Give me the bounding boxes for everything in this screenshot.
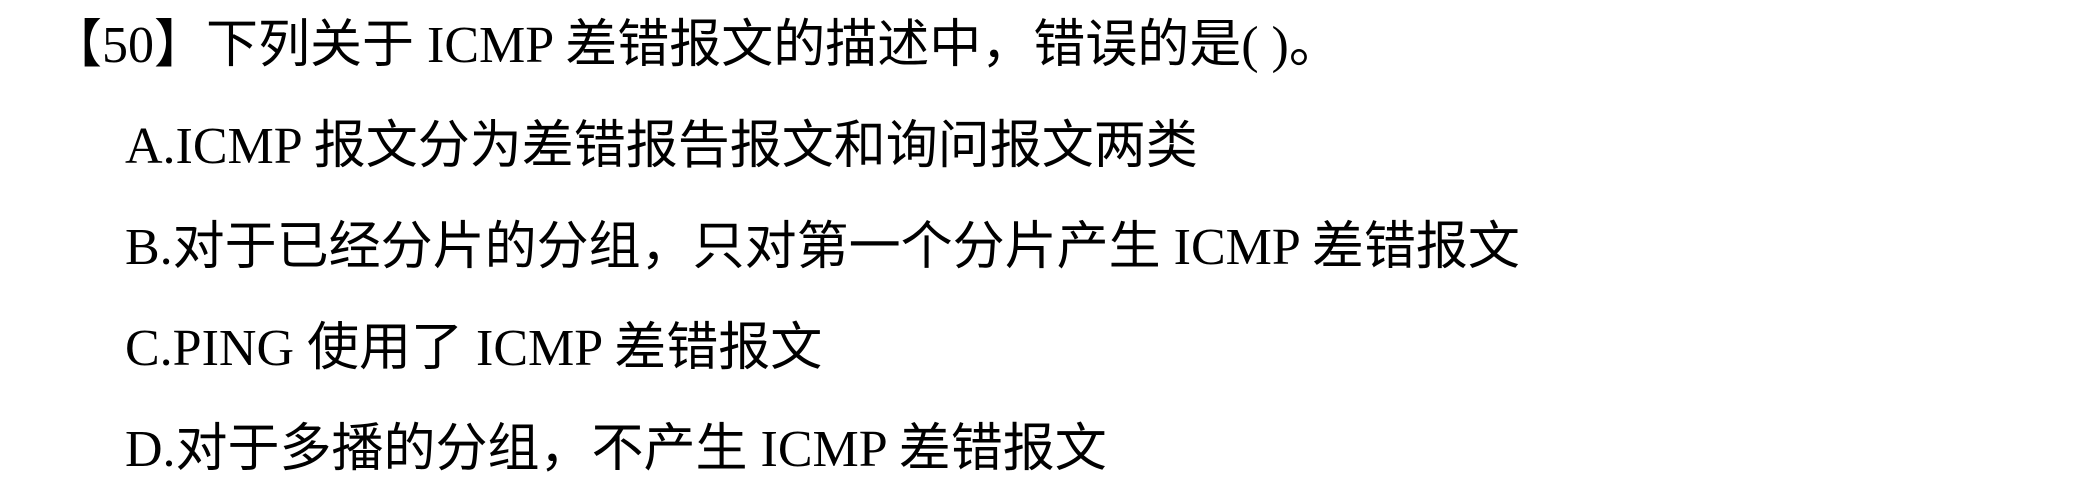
option-c: C.PING 使用了 ICMP 差错报文 <box>125 320 823 377</box>
option-b: B.对于已经分片的分组，只对第一个分片产生 ICMP 差错报文 <box>125 219 1520 276</box>
option-d: D.对于多播的分组，不产生 ICMP 差错报文 <box>125 421 1107 478</box>
question-block: 【50】下列关于 ICMP 差错报文的描述中，错误的是( )。 A.ICMP 报… <box>0 0 2081 493</box>
option-a: A.ICMP 报文分为差错报告报文和询问报文两类 <box>125 118 1198 175</box>
question-stem: 【50】下列关于 ICMP 差错报文的描述中，错误的是( )。 <box>50 17 1341 74</box>
